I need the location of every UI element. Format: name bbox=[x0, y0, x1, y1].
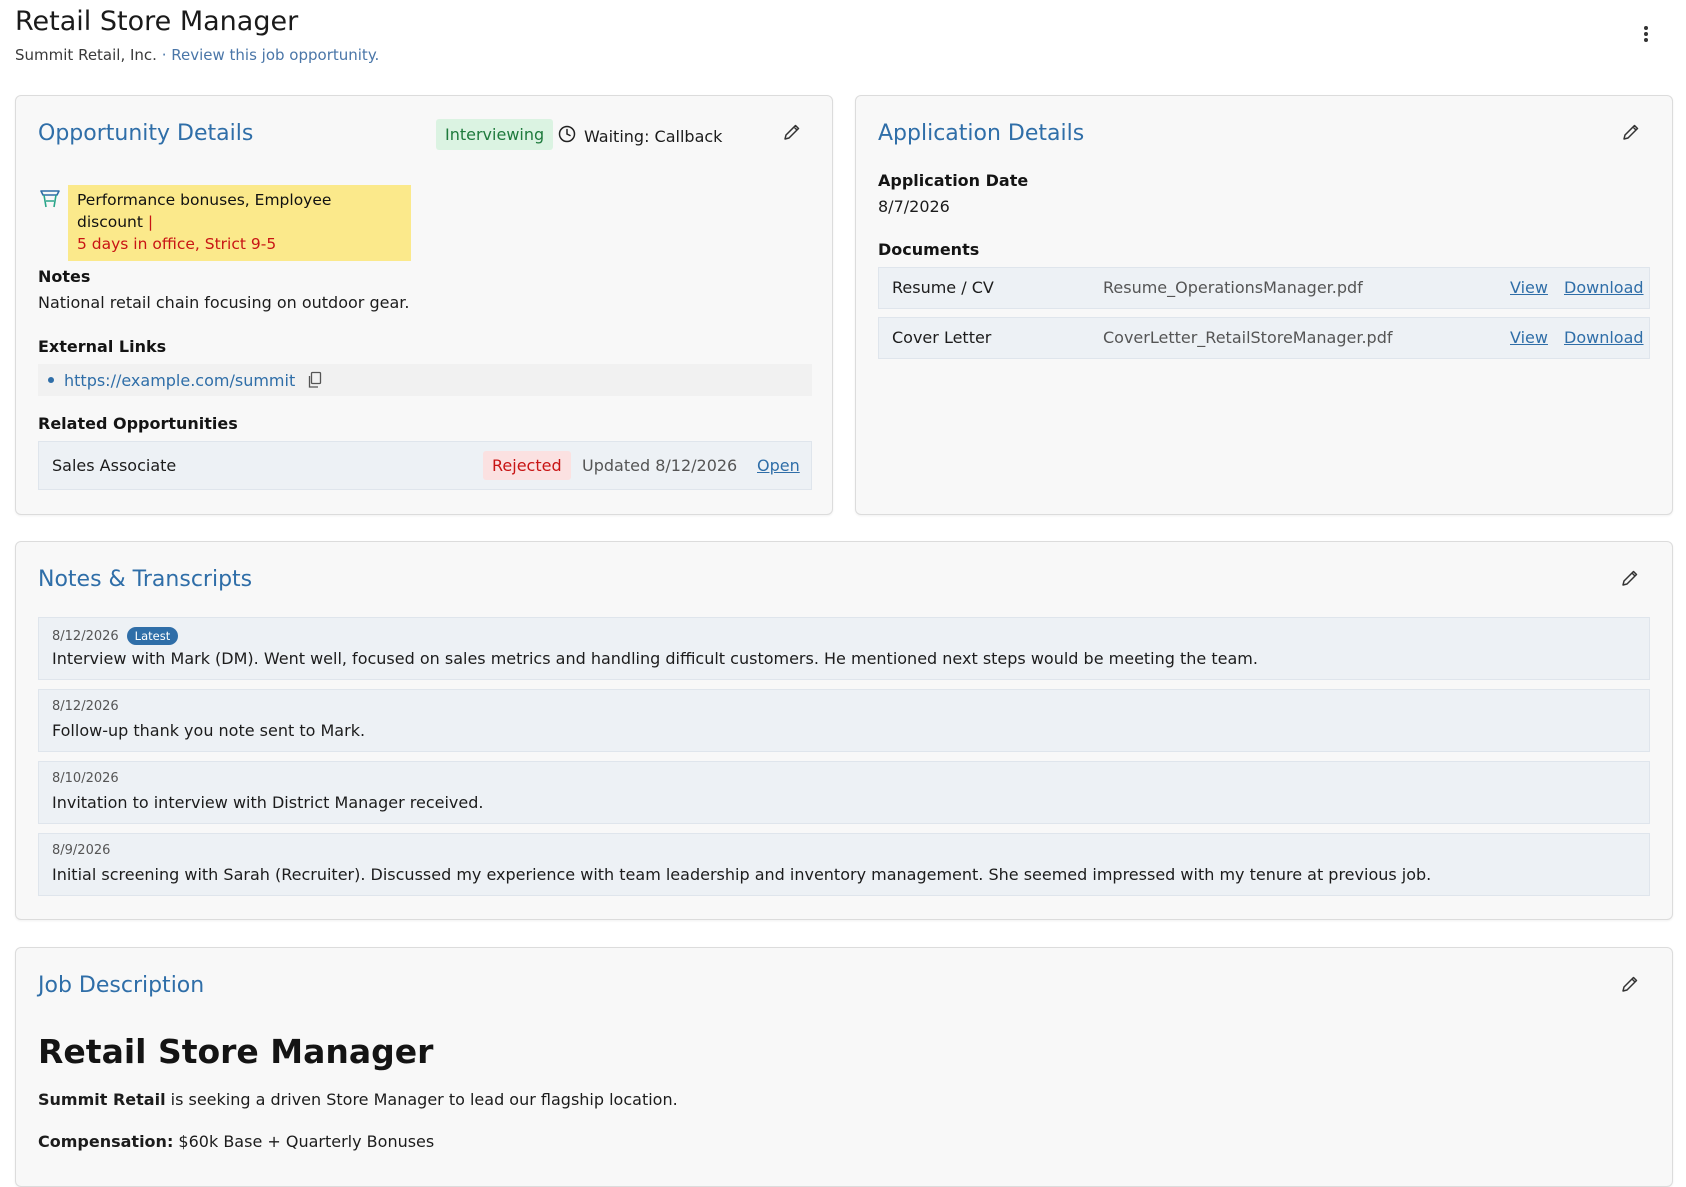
notes-text: National retail chain focusing on outdoo… bbox=[38, 293, 410, 312]
compensation-value: $60k Base + Quarterly Bonuses bbox=[173, 1132, 435, 1151]
external-link[interactable]: https://example.com/summit bbox=[64, 371, 295, 390]
application-date-label: Application Date bbox=[878, 171, 1029, 190]
related-status-badge: Rejected bbox=[483, 451, 571, 480]
view-document-link[interactable]: View bbox=[1510, 278, 1548, 297]
copy-icon[interactable] bbox=[307, 371, 323, 389]
application-date: 8/7/2026 bbox=[878, 197, 950, 216]
pencil-icon bbox=[1621, 122, 1641, 146]
subtitle-separator: · bbox=[156, 46, 172, 64]
note-date: 8/9/2026 bbox=[52, 843, 111, 858]
constraints-text: 5 days in office, Strict 9-5 bbox=[77, 235, 277, 253]
download-document-link[interactable]: Download bbox=[1564, 328, 1644, 347]
gift-basket-icon bbox=[38, 185, 62, 213]
related-opportunities-label: Related Opportunities bbox=[38, 414, 238, 433]
related-opportunity-row: Sales Associate Rejected Updated 8/12/20… bbox=[38, 441, 812, 490]
opportunity-details-title: Opportunity Details bbox=[38, 121, 254, 146]
pencil-icon bbox=[1620, 568, 1640, 592]
kebab-menu-icon[interactable] bbox=[1636, 22, 1656, 46]
status-badge: Interviewing bbox=[436, 119, 554, 150]
job-description-title: Job Description bbox=[38, 973, 205, 998]
opportunity-details-card: Opportunity Details Interviewing Waiting… bbox=[15, 95, 833, 515]
download-document-link[interactable]: Download bbox=[1564, 278, 1644, 297]
document-filename: CoverLetter_RetailStoreManager.pdf bbox=[1103, 328, 1393, 347]
notes-transcripts-card: Notes & Transcripts 8/12/2026 Latest Inte… bbox=[15, 541, 1673, 920]
document-row: Resume / CV Resume_OperationsManager.pdf… bbox=[878, 267, 1650, 309]
waiting-label: Waiting: Callback bbox=[584, 126, 723, 146]
edit-job-description-button[interactable] bbox=[1616, 972, 1644, 1000]
job-heading: Retail Store Manager bbox=[38, 1032, 434, 1071]
note-text: Follow-up thank you note sent to Mark. bbox=[52, 721, 366, 740]
pencil-icon bbox=[1620, 974, 1640, 998]
related-opportunity-name: Sales Associate bbox=[52, 456, 177, 475]
edit-opportunity-button[interactable] bbox=[778, 120, 806, 148]
page-header: Retail Store Manager Summit Retail, Inc.… bbox=[15, 6, 1675, 64]
perks-section: Performance bonuses, Employee discount |… bbox=[38, 185, 411, 261]
document-row: Cover Letter CoverLetter_RetailStoreMana… bbox=[878, 317, 1650, 359]
perks-highlight: Performance bonuses, Employee discount |… bbox=[68, 185, 411, 261]
external-links-block: External Links https://example.com/summi… bbox=[38, 337, 812, 396]
note-date: 8/12/2026 bbox=[52, 629, 119, 644]
job-intro: Summit Retail is seeking a driven Store … bbox=[38, 1090, 678, 1109]
job-intro-text: is seeking a driven Store Manager to lea… bbox=[165, 1090, 678, 1109]
note-text: Invitation to interview with District Ma… bbox=[52, 793, 484, 812]
view-document-link[interactable]: View bbox=[1510, 328, 1548, 347]
application-date-block: Application Date 8/7/2026 bbox=[878, 171, 1028, 216]
note-item: 8/12/2026 Follow-up thank you note sent … bbox=[38, 689, 1650, 752]
clock-icon bbox=[558, 125, 576, 147]
compensation-label: Compensation: bbox=[38, 1132, 174, 1151]
note-date: 8/10/2026 bbox=[52, 771, 119, 786]
page-subtitle: Summit Retail, Inc. · Review this job op… bbox=[15, 46, 1675, 64]
page-title: Retail Store Manager bbox=[15, 6, 299, 37]
edit-notes-button[interactable] bbox=[1616, 566, 1644, 594]
note-text: Interview with Mark (DM). Went well, foc… bbox=[52, 649, 1258, 668]
job-company: Summit Retail bbox=[38, 1090, 166, 1109]
latest-badge: Latest bbox=[126, 627, 179, 645]
document-type: Resume / CV bbox=[892, 278, 994, 297]
edit-application-button[interactable] bbox=[1617, 120, 1645, 148]
pencil-icon bbox=[782, 122, 802, 146]
related-opportunities-block: Related Opportunities Sales Associate Re… bbox=[38, 414, 812, 490]
note-date-row: 8/12/2026 Latest bbox=[52, 627, 179, 645]
note-item: 8/9/2026 Initial screening with Sarah (R… bbox=[38, 833, 1650, 896]
note-text: Initial screening with Sarah (Recruiter)… bbox=[52, 865, 1432, 884]
bullet-icon bbox=[48, 377, 54, 383]
application-details-card: Application Details Application Date 8/7… bbox=[855, 95, 1673, 515]
document-filename: Resume_OperationsManager.pdf bbox=[1103, 278, 1363, 297]
notes-label: Notes bbox=[38, 267, 91, 286]
note-item: 8/12/2026 Latest Interview with Mark (DM)… bbox=[38, 617, 1650, 680]
notes-block: Notes National retail chain focusing on … bbox=[38, 267, 409, 312]
note-item: 8/10/2026 Invitation to interview with D… bbox=[38, 761, 1650, 824]
documents-block: Documents Resume / CV Resume_OperationsM… bbox=[878, 240, 1650, 359]
external-link-item: https://example.com/summit bbox=[38, 364, 812, 396]
document-type: Cover Letter bbox=[892, 328, 992, 347]
application-details-title: Application Details bbox=[878, 121, 1085, 146]
job-description-card: Job Description Retail Store Manager Sum… bbox=[15, 947, 1673, 1187]
company-name: Summit Retail, Inc. bbox=[15, 46, 157, 64]
related-updated-date: Updated 8/12/2026 bbox=[582, 456, 738, 475]
documents-label: Documents bbox=[878, 240, 980, 259]
notes-transcripts-title: Notes & Transcripts bbox=[38, 567, 253, 592]
external-links-label: External Links bbox=[38, 337, 167, 356]
perks-divider: | bbox=[142, 213, 154, 231]
subtitle-hint: Review this job opportunity. bbox=[171, 46, 380, 64]
note-date: 8/12/2026 bbox=[52, 699, 119, 714]
job-compensation: Compensation: $60k Base + Quarterly Bonu… bbox=[38, 1132, 434, 1151]
note-list: 8/12/2026 Latest Interview with Mark (DM)… bbox=[38, 617, 1650, 905]
open-related-link[interactable]: Open bbox=[757, 456, 800, 475]
waiting-status: Waiting: Callback bbox=[558, 125, 722, 147]
perks-text: Performance bonuses, Employee discount bbox=[77, 191, 332, 231]
